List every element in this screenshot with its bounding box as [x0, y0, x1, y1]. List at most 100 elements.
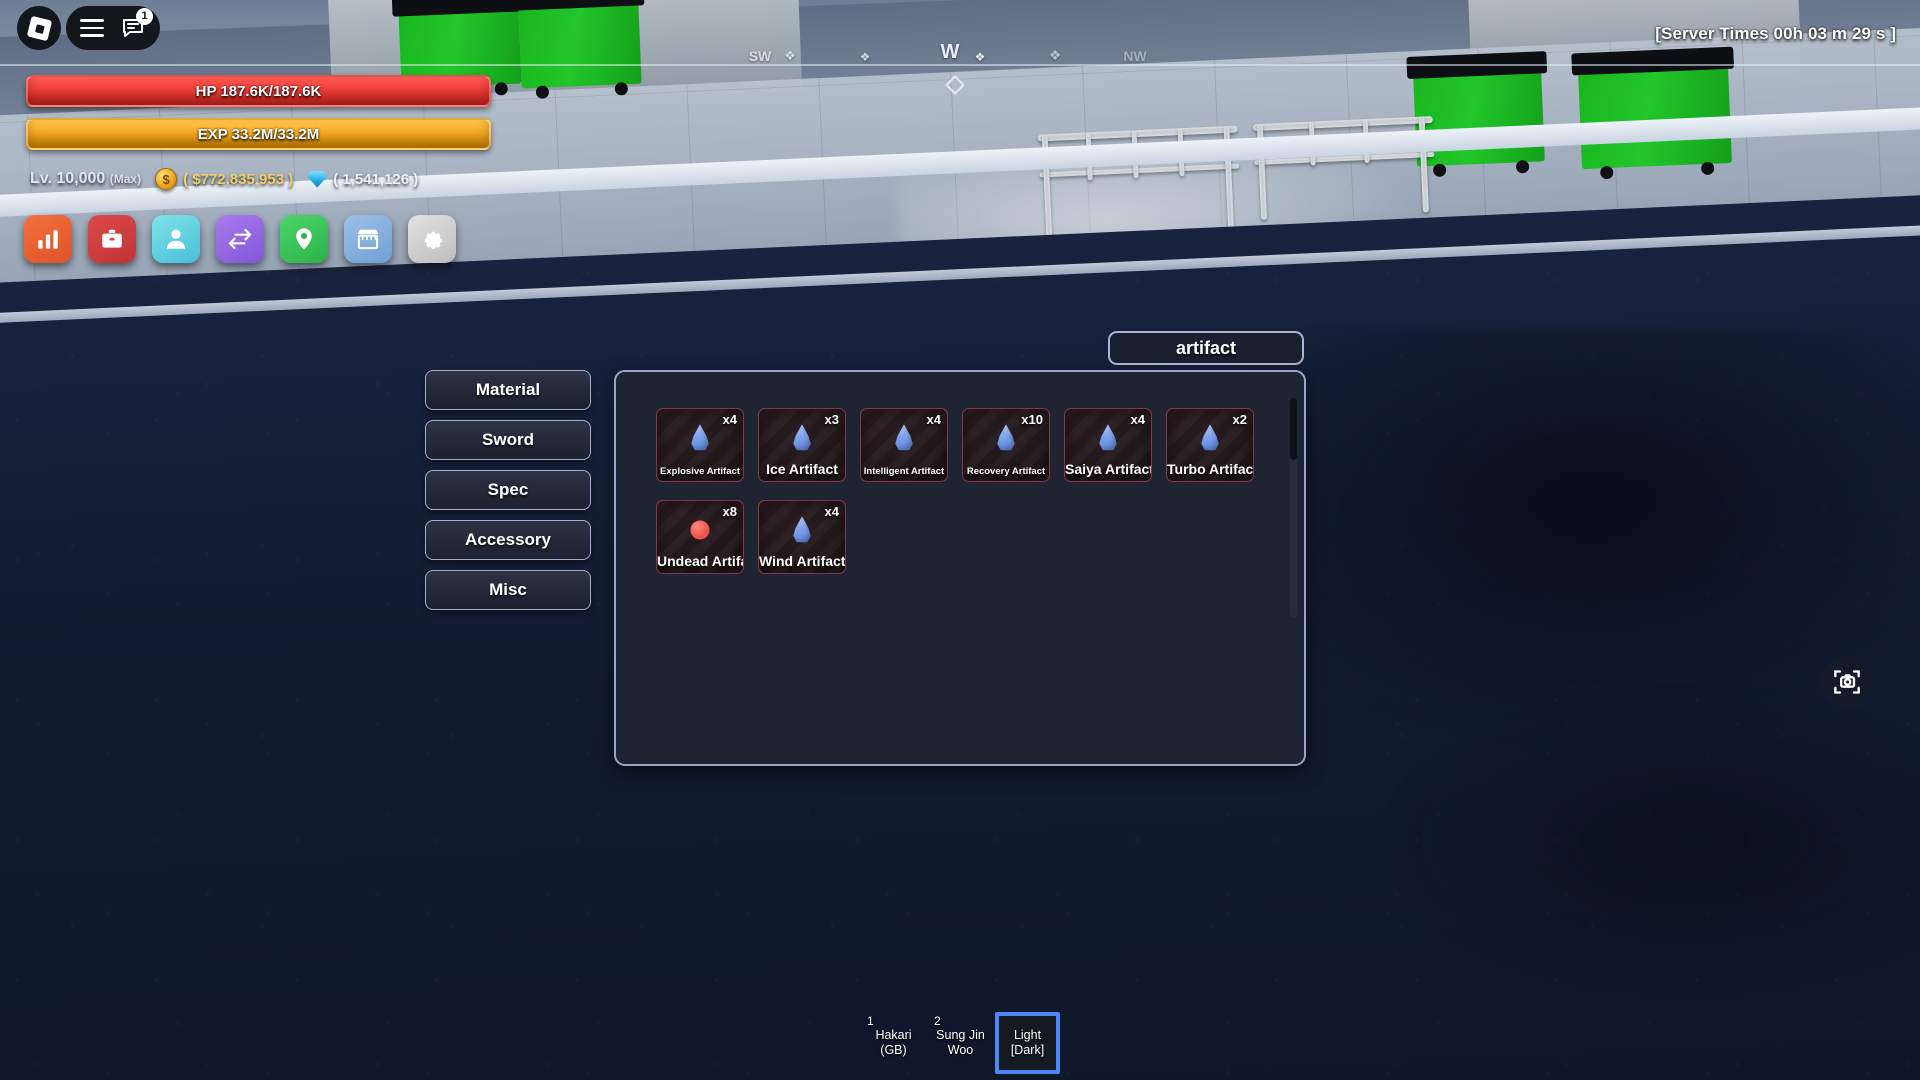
- bar-chart-icon: [38, 230, 58, 249]
- item-name: Undead Artifact: [657, 553, 743, 569]
- hotbar-slot-label: Sung Jin Woo: [936, 1028, 985, 1057]
- item-quantity: x4: [926, 412, 941, 427]
- water-drop-icon: [1099, 424, 1117, 451]
- person-icon: [166, 229, 186, 249]
- ability-hotbar: 1 Hakari (GB) 2 Sung Jin Woo Light [Dark]: [861, 1012, 1060, 1074]
- gear-icon: [424, 231, 443, 250]
- item-name: Saiya Artifact: [1065, 461, 1152, 477]
- cash-counter: $ ( $772,835,953 ): [155, 168, 293, 190]
- cash-amount: ( $772,835,953 ): [183, 170, 294, 188]
- inventory-scrollbar-thumb[interactable]: [1290, 398, 1297, 460]
- hud-toolbar: [24, 215, 456, 263]
- roblox-logo-icon: [26, 15, 52, 41]
- compass-tick: ❖: [859, 50, 871, 64]
- inventory-slot[interactable]: x4 Explosive Artifact: [656, 408, 744, 482]
- item-name: Intelligent Artifact: [863, 466, 945, 477]
- compass: SW ❖ ❖ W ❖ ❖ NW: [0, 28, 1920, 95]
- gem-icon: [307, 170, 328, 188]
- dumpster: [511, 0, 645, 99]
- inventory-slot[interactable]: x8 Undead Artifact: [656, 500, 744, 574]
- screenshot-camera-icon: [1834, 670, 1860, 694]
- hotbar-slot[interactable]: 2 Sung Jin Woo: [928, 1012, 993, 1074]
- category-material[interactable]: Material: [425, 370, 591, 410]
- compass-tick: ❖: [784, 48, 796, 63]
- water-drop-icon: [895, 424, 913, 451]
- gem-counter: ( 1,541,126 ): [307, 170, 418, 188]
- chat-badge: 1: [136, 8, 153, 25]
- water-drop-icon: [793, 424, 811, 451]
- inventory-slot[interactable]: x10 Recovery Artifact: [962, 408, 1050, 482]
- water-drop-icon: [793, 516, 811, 543]
- server-time-label: [Server Times 00h 03 m 29 s ]: [1655, 24, 1896, 43]
- item-quantity: x2: [1232, 412, 1247, 427]
- player-level-max: (Max): [109, 172, 142, 186]
- hotbar-slot[interactable]: Light [Dark]: [995, 1012, 1060, 1074]
- compass-label-nw: NW: [1123, 48, 1147, 64]
- trade-button[interactable]: [216, 215, 264, 263]
- player-stats-row: Lv. 10,000 (Max) $ ( $772,835,953 ) ( 1,…: [30, 168, 418, 190]
- screenshot-button[interactable]: [1821, 656, 1873, 708]
- inventory-slot[interactable]: x3 Ice Artifact: [758, 408, 846, 482]
- hotbar-slot-label: Hakari (GB): [875, 1028, 912, 1057]
- item-icon-wrap: [691, 424, 710, 451]
- roblox-logo[interactable]: [17, 6, 61, 50]
- roblox-topbar: 1: [66, 6, 160, 50]
- inventory-slot[interactable]: x4 Wind Artifact: [758, 500, 846, 574]
- item-icon-wrap: [793, 516, 812, 543]
- compass-label-w: W: [940, 41, 960, 63]
- player-level-value: Lv. 10,000: [30, 170, 106, 187]
- item-name: Ice Artifact: [766, 461, 838, 477]
- hotbar-slot-number: 1: [867, 1014, 874, 1028]
- inventory-slot[interactable]: x4 Intelligent Artifact: [860, 408, 948, 482]
- item-icon-wrap: [997, 424, 1016, 451]
- water-drop-icon: [997, 424, 1015, 451]
- exp-bar: EXP 33.2M/33.2M: [26, 118, 491, 150]
- inventory-category-list: Material Sword Spec Accessory Misc: [425, 370, 591, 610]
- item-quantity: x10: [1021, 412, 1043, 427]
- inventory-scrollbar[interactable]: [1290, 398, 1297, 618]
- compass-tick: ❖: [1048, 47, 1062, 63]
- ground-shadow: [1380, 690, 1920, 990]
- inventory-title: artifact: [1108, 331, 1304, 365]
- item-quantity: x3: [824, 412, 839, 427]
- character-button[interactable]: [152, 215, 200, 263]
- inventory-button[interactable]: [88, 215, 136, 263]
- inventory-item-grid: x4 Explosive Artifact x3 Ice Artifact x4 Inte…: [656, 408, 1276, 574]
- category-accessory[interactable]: Accessory: [425, 520, 591, 560]
- item-icon-wrap: [793, 424, 812, 451]
- category-spec[interactable]: Spec: [425, 470, 591, 510]
- item-icon-wrap: [1099, 424, 1118, 451]
- inventory-slot[interactable]: x2 Turbo Artifact: [1166, 408, 1254, 482]
- player-level: Lv. 10,000 (Max): [30, 170, 141, 188]
- hamburger-menu-icon[interactable]: [80, 19, 104, 37]
- compass-line: [0, 64, 1920, 66]
- compass-tick: ❖: [974, 50, 986, 64]
- item-quantity: x4: [1130, 412, 1145, 427]
- game-screen: 1 SW ❖ ❖ W ❖ ❖ NW [Server Times 00h 03 m…: [0, 0, 1920, 1080]
- inventory-slot[interactable]: x4 Saiya Artifact: [1064, 408, 1152, 482]
- hotbar-slot-number: 2: [934, 1014, 941, 1028]
- stats-button[interactable]: [24, 215, 72, 263]
- item-icon-wrap: [895, 424, 914, 451]
- storefront-icon: [357, 229, 379, 250]
- settings-button[interactable]: [408, 215, 456, 263]
- shop-button[interactable]: [344, 215, 392, 263]
- item-quantity: x4: [824, 504, 839, 519]
- item-quantity: x4: [722, 412, 737, 427]
- item-icon-wrap: [1201, 424, 1220, 451]
- water-drop-icon: [691, 424, 709, 451]
- inventory-panel: x4 Explosive Artifact x3 Ice Artifact x4 Inte…: [614, 370, 1306, 766]
- item-name: Explosive Artifact: [660, 466, 740, 477]
- hotbar-slot[interactable]: 1 Hakari (GB): [861, 1012, 926, 1074]
- item-quantity: x8: [722, 504, 737, 519]
- chat-button[interactable]: 1: [120, 8, 153, 40]
- water-drop-icon: [1201, 424, 1219, 451]
- teleport-button[interactable]: [280, 215, 328, 263]
- category-misc[interactable]: Misc: [425, 570, 591, 610]
- item-name: Wind Artifact: [759, 553, 846, 569]
- compass-label-sw: SW: [748, 48, 772, 64]
- hp-bar: HP 187.6K/187.6K: [26, 75, 491, 107]
- swap-arrows-icon: [228, 228, 252, 250]
- category-sword[interactable]: Sword: [425, 420, 591, 460]
- map-pin-icon: [296, 228, 312, 250]
